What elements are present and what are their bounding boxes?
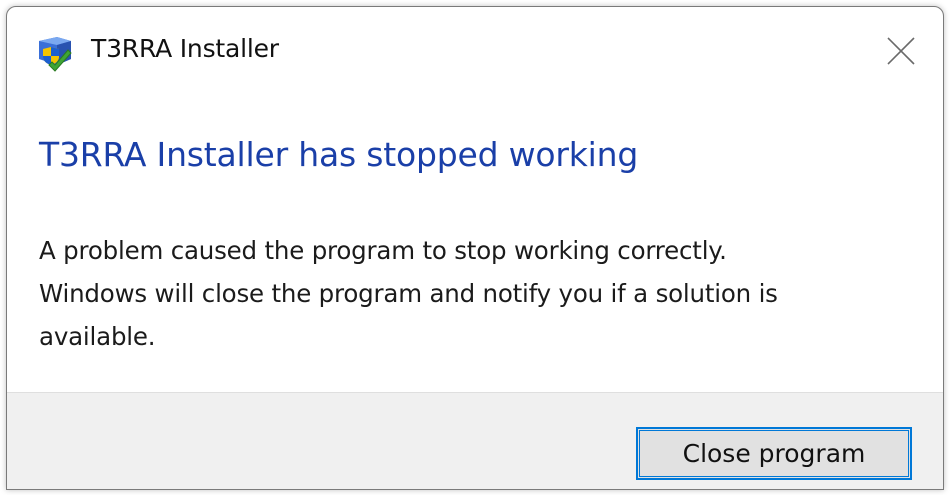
window-title: T3RRA Installer [91,34,279,63]
title-bar: T3RRA Installer [7,7,943,95]
close-icon[interactable] [885,35,917,67]
close-program-button[interactable]: Close program [636,427,912,480]
error-message: A problem caused the program to stop wor… [39,229,929,358]
message-line: available. [39,322,156,351]
installer-shield-icon [35,35,75,75]
error-dialog: T3RRA Installer T3RRA Installer has stop… [6,6,944,490]
button-bar: Close program [7,392,943,489]
message-line: Windows will close the program and notif… [39,279,778,308]
error-headline: T3RRA Installer has stopped working [39,135,639,174]
message-line: A problem caused the program to stop wor… [39,236,727,265]
